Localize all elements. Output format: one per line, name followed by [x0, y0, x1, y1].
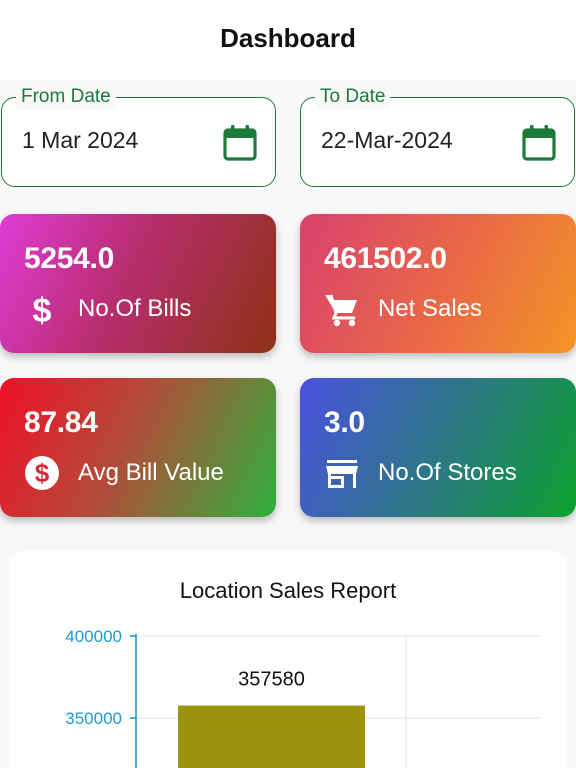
page-title: Dashboard	[220, 22, 356, 53]
calendar-icon[interactable]	[223, 125, 257, 161]
net-sales-value: 461502.0	[324, 242, 447, 275]
stores-card[interactable]: 3.0 No.Of Stores	[300, 378, 576, 517]
cart-icon	[325, 294, 357, 327]
bar-0	[178, 705, 365, 768]
avg-bill-label: Avg Bill Value	[78, 459, 224, 486]
app: Dashboard From Date 1 Mar 2024 To Date 2…	[0, 0, 576, 768]
avg-bill-value: 87.84	[24, 406, 98, 439]
avg-bill-card[interactable]: 87.84 $ Avg Bill Value	[0, 378, 276, 517]
bills-label: No.Of Bills	[78, 295, 192, 322]
y-tick-label-1: 350000	[65, 709, 122, 728]
bills-value: 5254.0	[24, 242, 114, 275]
from-date-field[interactable]: From Date 1 Mar 2024	[1, 85, 276, 187]
svg-text:$: $	[33, 292, 52, 327]
app-header: Dashboard	[0, 0, 576, 80]
dollar-icon: $	[33, 292, 52, 327]
dollar-circle-icon: $	[25, 456, 59, 490]
svg-text:$: $	[35, 458, 50, 488]
bills-card[interactable]: 5254.0 $ No.Of Bills	[0, 214, 276, 353]
stores-value: 3.0	[324, 406, 365, 439]
stores-label: No.Of Stores	[378, 459, 517, 486]
from-date-label: From Date	[16, 85, 116, 109]
net-sales-card[interactable]: 461502.0 Net Sales	[300, 214, 576, 353]
y-tick-label-0: 400000	[65, 627, 122, 646]
to-date-label: To Date	[315, 85, 391, 109]
store-icon	[326, 460, 358, 488]
location-sales-chart: 400000 350000 357580	[65, 627, 540, 768]
bar-data-label-0: 357580	[238, 669, 305, 691]
to-date-field[interactable]: To Date 22-Mar-2024	[300, 85, 575, 187]
to-date-value: 22-Mar-2024	[321, 127, 453, 153]
net-sales-label: Net Sales	[378, 295, 483, 322]
from-date-value: 1 Mar 2024	[22, 127, 139, 153]
calendar-icon[interactable]	[522, 125, 556, 161]
